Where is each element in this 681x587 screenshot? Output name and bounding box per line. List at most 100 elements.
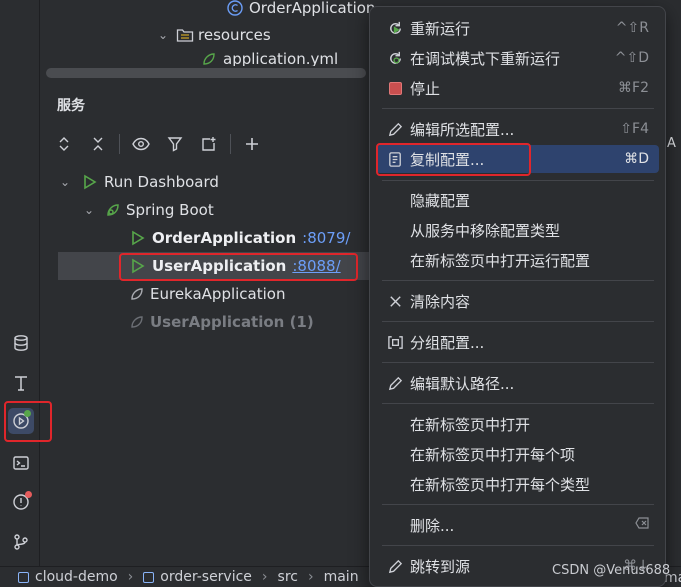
menu-item-label: 重新运行 bbox=[410, 19, 471, 38]
eye-icon[interactable] bbox=[128, 131, 154, 157]
port-link[interactable]: :8088/ bbox=[292, 257, 340, 275]
menu-item-label: 编辑默认路径... bbox=[410, 374, 515, 393]
context-menu: 重新运行 ^⇧R 在调试模式下重新运行 ^⇧D 停止 ⌘F2 编辑所选配置...… bbox=[369, 6, 666, 587]
port-link[interactable]: :8079/ bbox=[302, 229, 350, 247]
git-icon[interactable] bbox=[8, 529, 34, 555]
breadcrumb-project[interactable]: cloud-demo bbox=[35, 569, 118, 585]
menu-item-rerun[interactable]: 重新运行 ^⇧R bbox=[376, 14, 659, 42]
chevron-right-icon: › bbox=[261, 569, 268, 585]
module-icon bbox=[18, 571, 29, 583]
delete-key-icon bbox=[635, 517, 649, 533]
service-eureka-application[interactable]: EurekaApplication bbox=[128, 280, 285, 308]
menu-separator bbox=[382, 504, 654, 505]
collapse-all-icon[interactable] bbox=[85, 131, 111, 157]
pencil-icon bbox=[384, 372, 406, 394]
menu-item-label: 在新标签页中打开运行配置 bbox=[410, 251, 591, 270]
menu-separator bbox=[382, 108, 654, 109]
folder-icon bbox=[176, 29, 194, 42]
menu-item-label: 隐藏配置 bbox=[410, 191, 471, 210]
copy-config-icon bbox=[384, 148, 406, 170]
run-icon bbox=[132, 258, 145, 274]
database-icon[interactable] bbox=[8, 330, 34, 356]
service-label: Spring Boot bbox=[126, 201, 214, 219]
menu-item-edit-selected[interactable]: 编辑所选配置... ⇧F4 bbox=[376, 115, 659, 143]
menu-item-label: 在新标签页中打开 bbox=[410, 415, 531, 434]
chevron-down-icon: ⌄ bbox=[157, 28, 169, 42]
menu-item-label: 在新标签页中打开每个类型 bbox=[410, 475, 591, 494]
tree-item-label: resources bbox=[198, 26, 271, 44]
breadcrumb-src[interactable]: src bbox=[278, 569, 298, 585]
menu-item-label: 删除... bbox=[410, 516, 455, 535]
menu-item-edit-default-path[interactable]: 编辑默认路径... bbox=[376, 369, 659, 397]
pencil-icon bbox=[384, 118, 406, 140]
menu-item-shortcut: ⌘F2 bbox=[618, 80, 649, 96]
spring-leaf-icon bbox=[203, 53, 215, 65]
tree-item-label: OrderApplication bbox=[249, 0, 376, 17]
menu-separator bbox=[382, 180, 654, 181]
breadcrumb-module[interactable]: order-service bbox=[160, 569, 252, 585]
tree-item-order-application[interactable]: OrderApplication bbox=[226, 0, 375, 21]
tree-item-label: application.yml bbox=[223, 50, 339, 66]
services-panel-title: 服务 bbox=[57, 98, 85, 114]
breadcrumb-main[interactable]: main bbox=[324, 569, 359, 585]
service-spring-boot[interactable]: ⌄ Spring Boot bbox=[80, 196, 214, 224]
menu-item-stop[interactable]: 停止 ⌘F2 bbox=[376, 74, 659, 102]
tree-item-resources[interactable]: ⌄ resources bbox=[154, 22, 271, 48]
class-icon bbox=[227, 0, 243, 16]
service-order-application[interactable]: OrderApplication :8079/ bbox=[128, 224, 350, 252]
chevron-down-icon: ⌄ bbox=[59, 175, 71, 189]
menu-item-group[interactable]: 分组配置... bbox=[376, 328, 659, 356]
menu-separator bbox=[382, 362, 654, 363]
expand-all-icon[interactable] bbox=[51, 131, 77, 157]
service-label: Run Dashboard bbox=[104, 173, 219, 191]
services-icon[interactable] bbox=[8, 408, 34, 434]
horizontal-scrollbar[interactable] bbox=[46, 68, 366, 78]
menu-item-hide-config[interactable]: 隐藏配置 bbox=[376, 186, 659, 214]
menu-item-open-run-config-tab[interactable]: 在新标签页中打开运行配置 bbox=[376, 246, 659, 274]
spring-boot-icon bbox=[131, 316, 143, 328]
menu-separator bbox=[382, 403, 654, 404]
service-label: UserApplication bbox=[152, 257, 287, 275]
terminal-icon[interactable] bbox=[8, 450, 34, 476]
rerun-icon bbox=[384, 17, 406, 39]
tool-window-strip bbox=[0, 0, 40, 587]
menu-item-open-new-tab[interactable]: 在新标签页中打开 bbox=[376, 410, 659, 438]
chevron-down-icon: ⌄ bbox=[83, 203, 95, 217]
menu-item-shortcut: ⌘D bbox=[624, 151, 649, 167]
menu-separator bbox=[382, 321, 654, 322]
menu-item-open-each-type[interactable]: 在新标签页中打开每个类型 bbox=[376, 470, 659, 498]
menu-item-delete[interactable]: 删除... bbox=[376, 511, 659, 539]
services-toolbar bbox=[41, 128, 381, 160]
pencil-icon bbox=[384, 555, 406, 577]
menu-separator bbox=[382, 280, 654, 281]
service-label: EurekaApplication bbox=[150, 285, 286, 303]
run-icon bbox=[84, 174, 97, 190]
toolbar-separator bbox=[230, 134, 231, 154]
service-user-application-1[interactable]: UserApplication (1) bbox=[128, 308, 314, 336]
menu-item-label: 编辑所选配置... bbox=[410, 120, 515, 139]
menu-item-clear[interactable]: 清除内容 bbox=[376, 287, 659, 315]
menu-item-open-each-item[interactable]: 在新标签页中打开每个项 bbox=[376, 440, 659, 468]
stop-icon bbox=[384, 77, 406, 99]
tree-item-application-yml[interactable]: application.yml bbox=[200, 50, 338, 66]
filter-icon[interactable] bbox=[162, 131, 188, 157]
problems-icon[interactable] bbox=[8, 489, 34, 515]
menu-item-rerun-debug[interactable]: 在调试模式下重新运行 ^⇧D bbox=[376, 44, 659, 72]
service-run-dashboard[interactable]: ⌄ Run Dashboard bbox=[56, 168, 219, 196]
spring-boot-icon bbox=[107, 204, 119, 216]
add-icon[interactable] bbox=[239, 131, 265, 157]
toolbar-separator bbox=[119, 134, 120, 154]
service-user-application[interactable]: UserApplication :8088/ bbox=[128, 252, 341, 280]
menu-item-shortcut: ⇧F4 bbox=[620, 121, 649, 137]
run-icon bbox=[132, 230, 145, 246]
new-tab-icon[interactable] bbox=[196, 131, 222, 157]
group-icon bbox=[384, 331, 406, 353]
menu-item-label: 在调试模式下重新运行 bbox=[410, 49, 561, 68]
menu-item-remove-type[interactable]: 从服务中移除配置类型 bbox=[376, 216, 659, 244]
rerun-debug-icon bbox=[384, 47, 406, 69]
text-icon[interactable] bbox=[8, 370, 34, 396]
spring-boot-icon bbox=[131, 288, 143, 300]
menu-item-copy-config[interactable]: 复制配置... ⌘D bbox=[376, 145, 659, 173]
menu-item-shortcut: ^⇧D bbox=[614, 50, 649, 66]
menu-item-label: 分组配置... bbox=[410, 333, 485, 352]
